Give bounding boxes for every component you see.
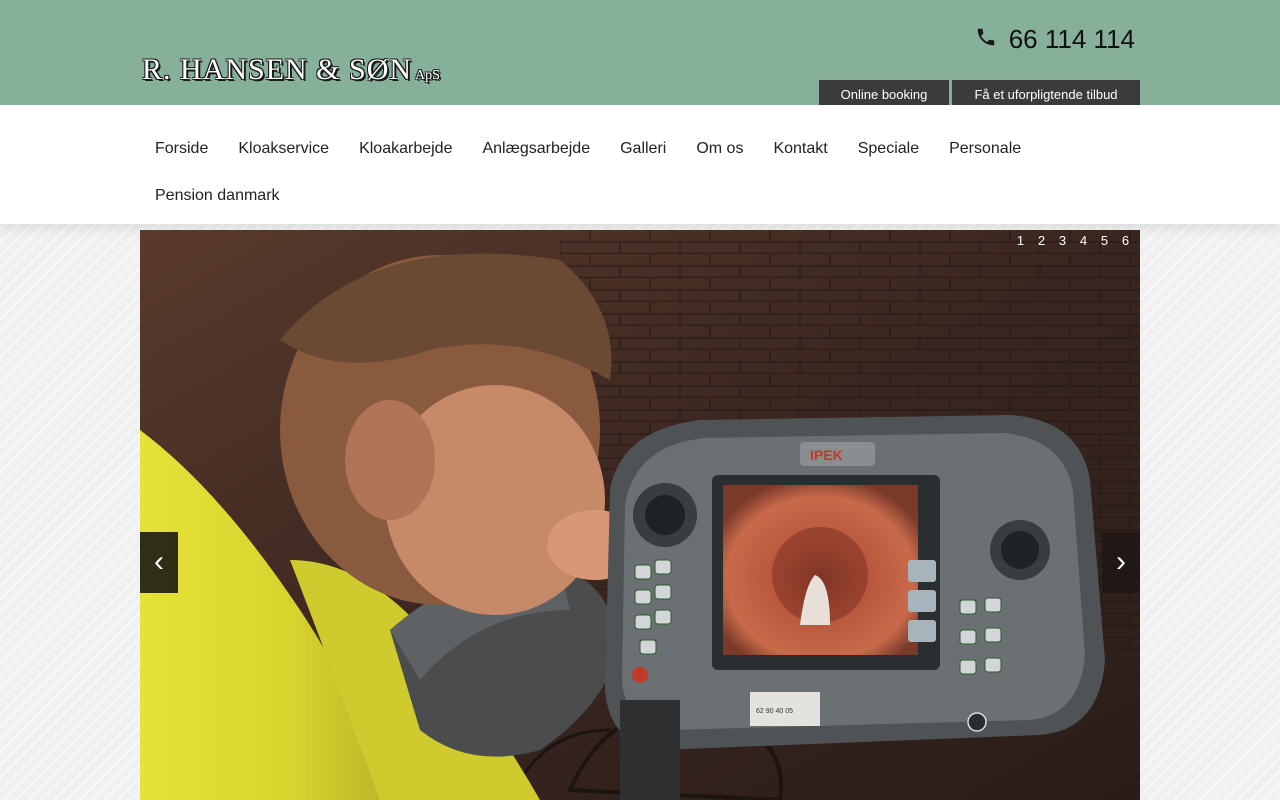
nav-row-2: Pension danmark: [140, 183, 295, 209]
image-slider: IPEK 62 90 40 05 1 2 3 4 5 6 ‹ ›: [140, 230, 1140, 800]
slider-page-6[interactable]: 6: [1115, 233, 1136, 249]
slider-pager: 1 2 3 4 5 6: [1010, 233, 1136, 249]
slider-page-4[interactable]: 4: [1073, 233, 1094, 249]
nav-row-1: Forside Kloakservice Kloakarbejde Anlægs…: [140, 136, 1036, 162]
phone-contact[interactable]: 66 114 114: [975, 22, 1135, 56]
slider-next-button[interactable]: ›: [1102, 532, 1140, 593]
main-navigation: Forside Kloakservice Kloakarbejde Anlægs…: [0, 105, 1280, 224]
logo-text: R. HANSEN & SØN: [142, 53, 413, 86]
logo-suffix: ApS: [415, 68, 440, 83]
nav-item-personale[interactable]: Personale: [934, 136, 1036, 162]
header-bar: R. HANSEN & SØN ApS 66 114 114 Online boo…: [0, 0, 1280, 109]
nav-item-kloakservice[interactable]: Kloakservice: [223, 136, 344, 162]
nav-item-kloakarbejde[interactable]: Kloakarbejde: [344, 136, 467, 162]
phone-number: 66 114 114: [1008, 23, 1135, 54]
nav-item-om-os[interactable]: Om os: [681, 136, 758, 162]
nav-item-galleri[interactable]: Galleri: [605, 136, 681, 162]
slider-page-5[interactable]: 5: [1094, 233, 1115, 249]
phone-icon: [975, 24, 997, 55]
nav-item-pension-danmark[interactable]: Pension danmark: [140, 183, 295, 209]
nav-item-anlaegsarbejde[interactable]: Anlægsarbejde: [467, 136, 605, 162]
device-brand-text: IPEK: [810, 447, 843, 463]
slider-prev-button[interactable]: ‹: [140, 532, 178, 593]
slider-page-3[interactable]: 3: [1052, 233, 1073, 249]
nav-item-forside[interactable]: Forside: [140, 136, 223, 162]
company-logo[interactable]: R. HANSEN & SØN ApS: [142, 52, 440, 94]
nav-item-kontakt[interactable]: Kontakt: [758, 136, 842, 162]
slider-page-1[interactable]: 1: [1010, 233, 1031, 249]
slide-image-sewer-inspection: IPEK 62 90 40 05: [140, 230, 1140, 800]
nav-item-speciale[interactable]: Speciale: [843, 136, 934, 162]
device-sticker-text: 62 90 40 05: [756, 708, 793, 715]
slider-page-2[interactable]: 2: [1031, 233, 1052, 249]
